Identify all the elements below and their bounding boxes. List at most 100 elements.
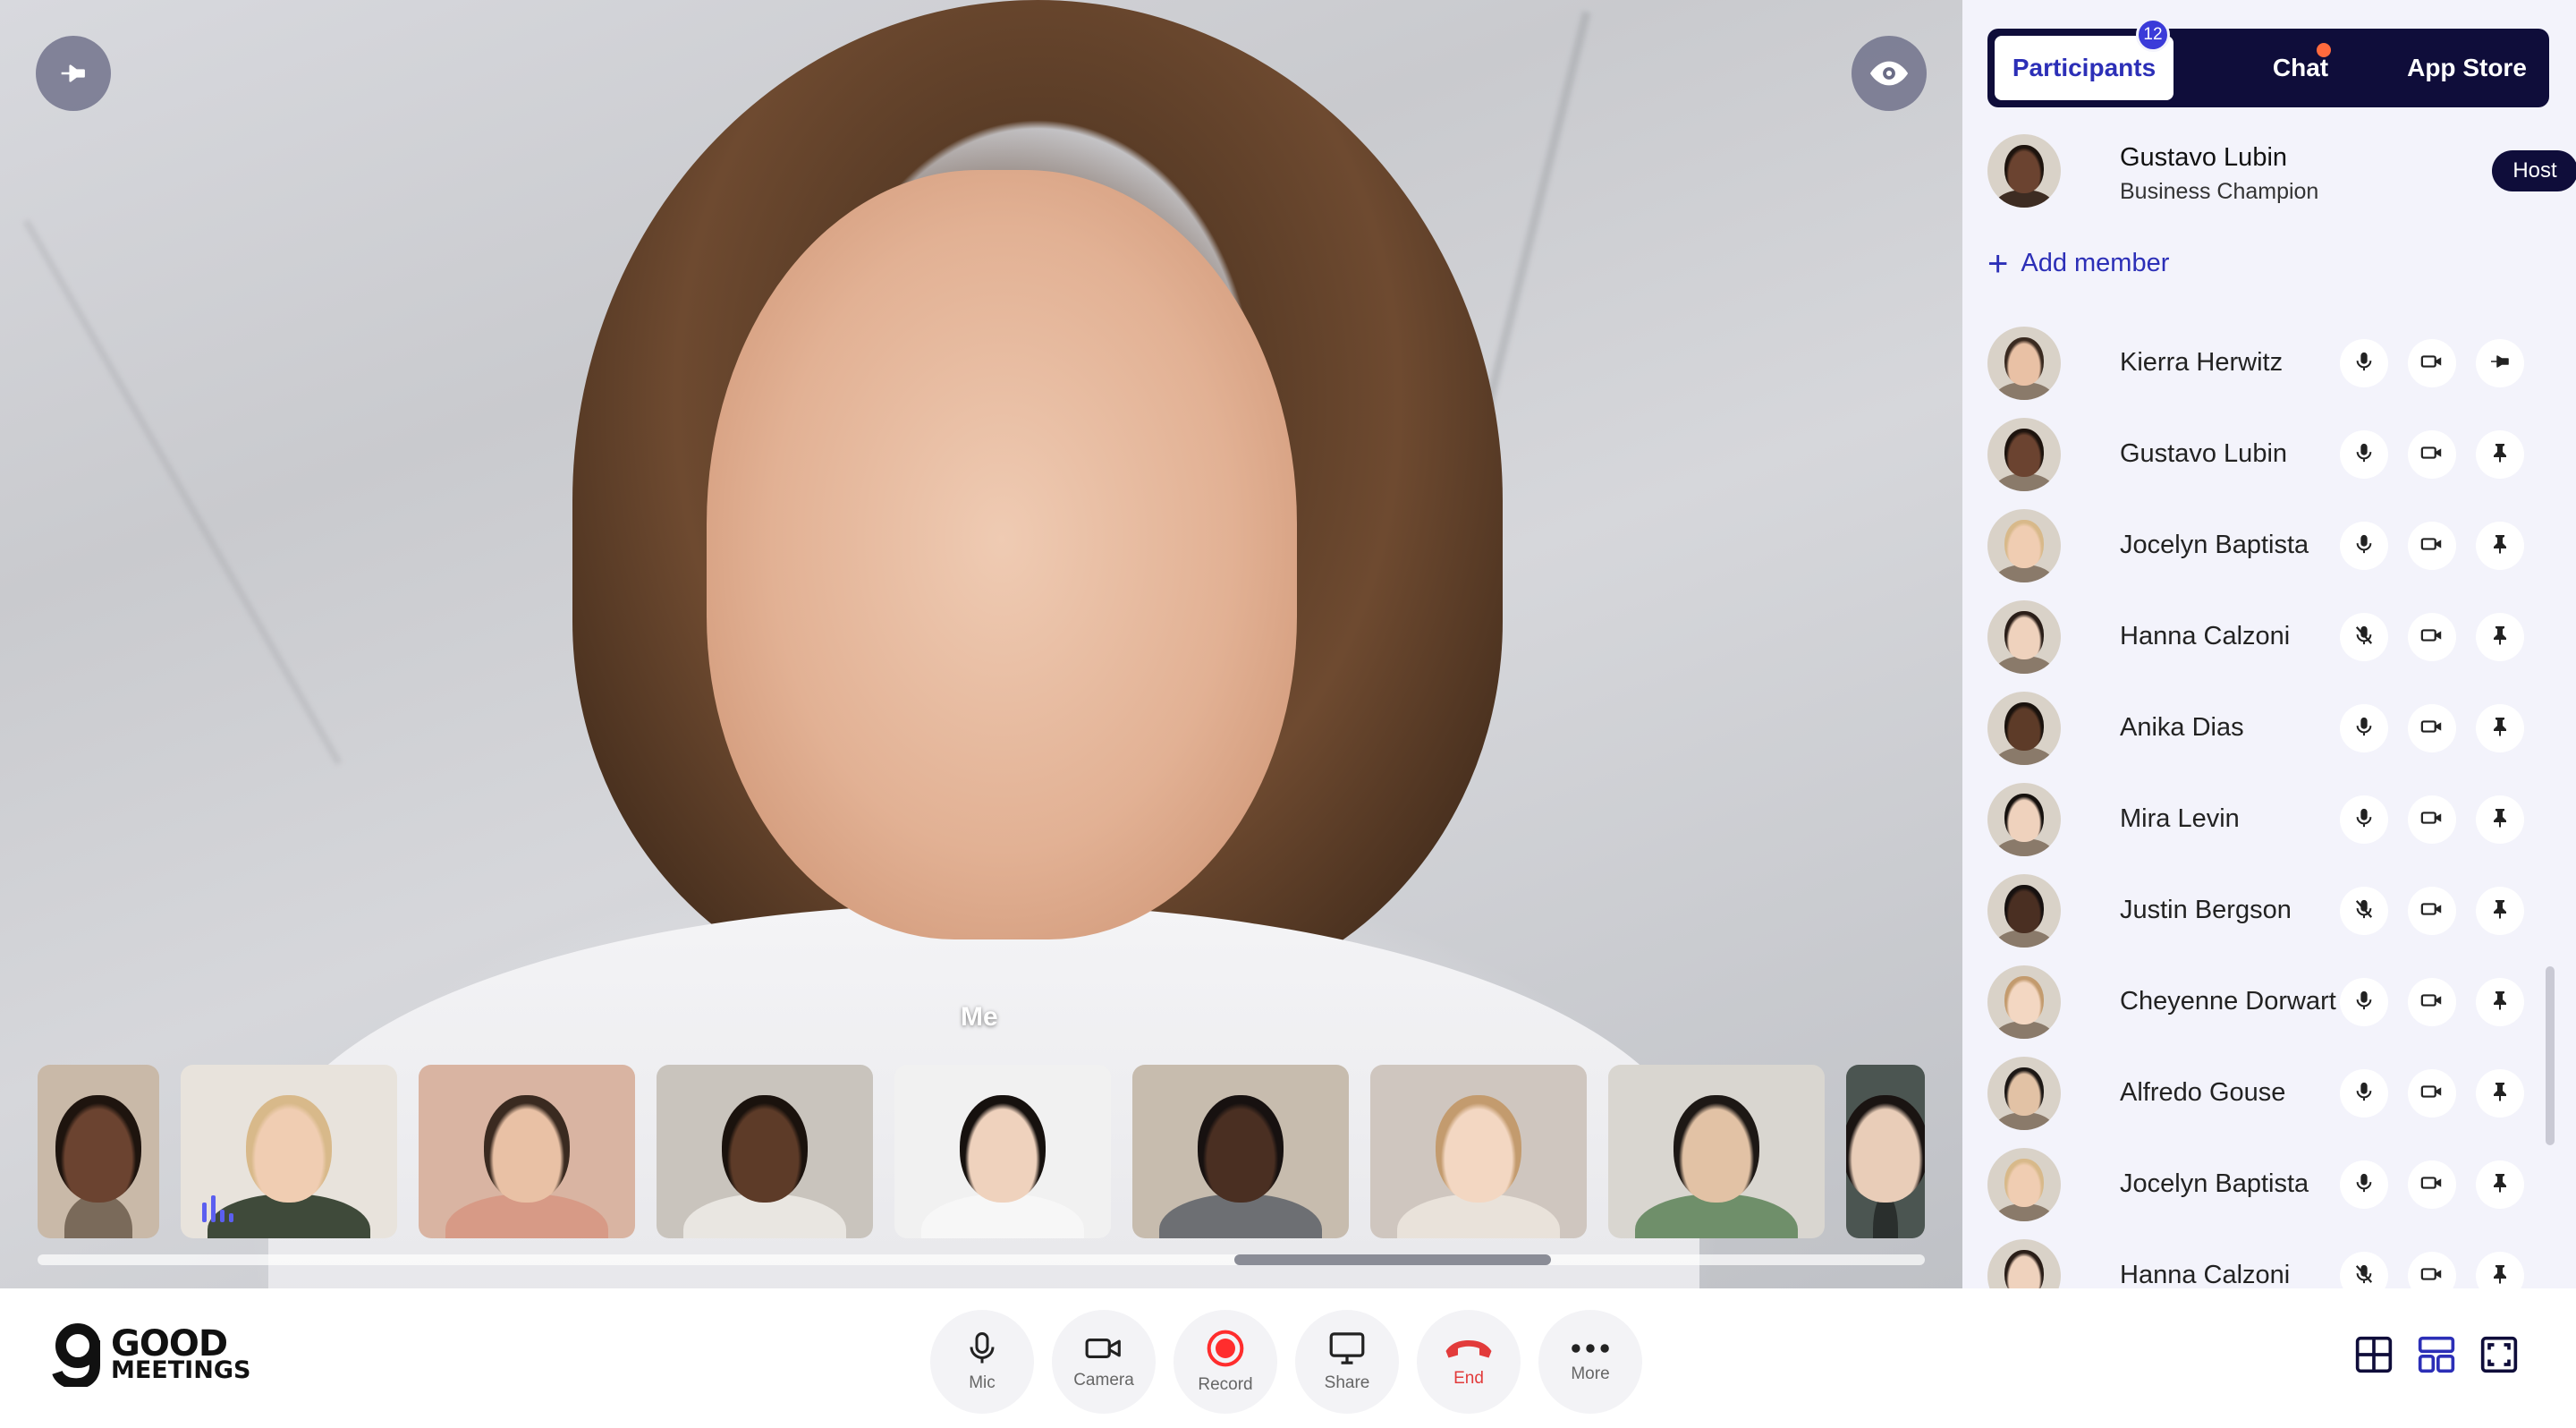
participant-thumbnail[interactable] <box>894 1065 1111 1238</box>
participant-camera-toggle[interactable] <box>2408 1252 2456 1288</box>
camera-button[interactable]: Camera <box>1052 1310 1156 1414</box>
thumbnail-scrollbar-thumb[interactable] <box>1234 1254 1551 1265</box>
share-button[interactable]: Share <box>1295 1310 1399 1414</box>
participant-pin-toggle[interactable] <box>2476 1160 2524 1209</box>
participant-pin-toggle[interactable] <box>2476 613 2524 661</box>
participant-mic-toggle[interactable] <box>2340 704 2388 752</box>
participant-mic-toggle[interactable] <box>2340 613 2388 661</box>
pin-icon <box>2491 625 2509 650</box>
participant-thumbnail[interactable] <box>1132 1065 1349 1238</box>
participant-list-scrollbar[interactable] <box>2546 966 2555 1145</box>
participant-camera-toggle[interactable] <box>2408 704 2456 752</box>
participant-row[interactable]: Mira Levin <box>1987 779 2549 860</box>
participant-pin-toggle[interactable] <box>2476 430 2524 479</box>
participant-name: Mira Levin <box>2120 804 2240 833</box>
participant-thumbnail[interactable] <box>181 1065 397 1238</box>
tab-app-store[interactable]: App Store <box>2390 36 2544 100</box>
participant-pin-toggle[interactable] <box>2476 339 2524 387</box>
tab-chat[interactable]: Chat <box>2247 36 2354 100</box>
layout-view-icon[interactable] <box>2417 1335 2456 1374</box>
participant-row[interactable]: Gustavo Lubin <box>1987 414 2549 495</box>
camera-icon <box>2420 1083 2444 1105</box>
participant-pin-toggle[interactable] <box>2476 795 2524 844</box>
participant-pin-toggle[interactable] <box>2476 978 2524 1026</box>
camera-icon <box>2420 444 2444 466</box>
participant-avatar <box>1987 874 2061 948</box>
camera-label: Camera <box>1073 1371 1134 1390</box>
participant-row[interactable]: Anika Dias <box>1987 688 2549 769</box>
toggle-visibility-button[interactable] <box>1852 36 1927 111</box>
participant-list[interactable]: Kierra Herwitz Gustavo Lubin Jocelyn Bapti… <box>1987 319 2549 1288</box>
participant-camera-toggle[interactable] <box>2408 1069 2456 1118</box>
camera-icon <box>2420 991 2444 1014</box>
end-call-button[interactable]: End <box>1417 1310 1521 1414</box>
participant-thumbnail[interactable] <box>1370 1065 1587 1238</box>
participant-row[interactable]: Hanna Calzoni <box>1987 1236 2549 1288</box>
participant-thumbnail[interactable] <box>1846 1065 1925 1238</box>
record-button[interactable]: Record <box>1174 1310 1277 1414</box>
participant-row[interactable]: Jocelyn Baptista <box>1987 1144 2549 1225</box>
participant-row[interactable]: Alfredo Gouse <box>1987 1053 2549 1134</box>
participant-pin-toggle[interactable] <box>2476 704 2524 752</box>
view-mode-switcher <box>2354 1335 2519 1374</box>
participant-name: Justin Bergson <box>2120 896 2292 924</box>
thumbnail-scrollbar[interactable] <box>38 1254 1925 1265</box>
participant-face <box>960 1095 1046 1203</box>
participant-camera-toggle[interactable] <box>2408 339 2456 387</box>
participant-camera-toggle[interactable] <box>2408 978 2456 1026</box>
participant-face <box>1846 1095 1925 1203</box>
participant-camera-toggle[interactable] <box>2408 522 2456 570</box>
pin-video-button[interactable] <box>36 36 111 111</box>
mic-button[interactable]: Mic <box>930 1310 1034 1414</box>
camera-icon <box>2420 1265 2444 1288</box>
participant-row[interactable]: Kierra Herwitz <box>1987 323 2549 404</box>
participant-avatar <box>1987 692 2061 765</box>
participant-row[interactable]: Justin Bergson <box>1987 871 2549 951</box>
fullscreen-view-icon[interactable] <box>2479 1335 2519 1374</box>
participant-row[interactable]: Hanna Calzoni <box>1987 597 2549 677</box>
participant-mic-toggle[interactable] <box>2340 430 2388 479</box>
participant-thumbnail-strip[interactable] <box>38 1065 1925 1238</box>
participant-thumbnail[interactable] <box>657 1065 873 1238</box>
participant-face <box>1674 1095 1759 1203</box>
phone-hangup-icon <box>1445 1340 1492 1358</box>
participant-mic-toggle[interactable] <box>2340 339 2388 387</box>
participant-camera-toggle[interactable] <box>2408 613 2456 661</box>
microphone-icon <box>2354 1081 2374 1107</box>
participant-name: Kierra Herwitz <box>2120 348 2284 377</box>
main-video-stage[interactable]: Me <box>0 0 1962 1288</box>
participant-pin-toggle[interactable] <box>2476 522 2524 570</box>
participant-row[interactable]: Jocelyn Baptista <box>1987 506 2549 586</box>
pin-icon <box>2491 807 2509 833</box>
participant-mic-toggle[interactable] <box>2340 887 2388 935</box>
participant-thumbnail[interactable] <box>1608 1065 1825 1238</box>
participant-avatar <box>1987 327 2061 400</box>
participant-name: Gustavo Lubin <box>2120 439 2288 468</box>
participant-avatar <box>1987 600 2061 674</box>
add-member-button[interactable]: + Add member <box>1987 243 2169 284</box>
microphone-icon <box>2354 533 2374 559</box>
participant-thumbnail[interactable] <box>38 1065 159 1238</box>
unpin-icon <box>2489 353 2511 375</box>
participant-pin-toggle[interactable] <box>2476 887 2524 935</box>
participant-camera-toggle[interactable] <box>2408 430 2456 479</box>
participant-mic-toggle[interactable] <box>2340 795 2388 844</box>
participant-row[interactable]: Cheyenne Dorwart <box>1987 962 2549 1042</box>
participant-mic-toggle[interactable] <box>2340 522 2388 570</box>
grid-view-icon[interactable] <box>2354 1335 2394 1374</box>
more-button[interactable]: More <box>1538 1310 1642 1414</box>
participant-camera-toggle[interactable] <box>2408 1160 2456 1209</box>
plus-icon: + <box>1987 243 2009 284</box>
participant-pin-toggle[interactable] <box>2476 1069 2524 1118</box>
participant-pin-toggle[interactable] <box>2476 1252 2524 1288</box>
participant-mic-toggle[interactable] <box>2340 978 2388 1026</box>
logo-text-meetings: MEETINGS <box>111 1356 251 1384</box>
participant-mic-toggle[interactable] <box>2340 1160 2388 1209</box>
participant-mic-toggle[interactable] <box>2340 1069 2388 1118</box>
pin-icon <box>61 64 85 82</box>
participant-camera-toggle[interactable] <box>2408 887 2456 935</box>
participant-avatar <box>1987 783 2061 856</box>
participant-camera-toggle[interactable] <box>2408 795 2456 844</box>
participant-mic-toggle[interactable] <box>2340 1252 2388 1288</box>
participant-thumbnail[interactable] <box>419 1065 635 1238</box>
